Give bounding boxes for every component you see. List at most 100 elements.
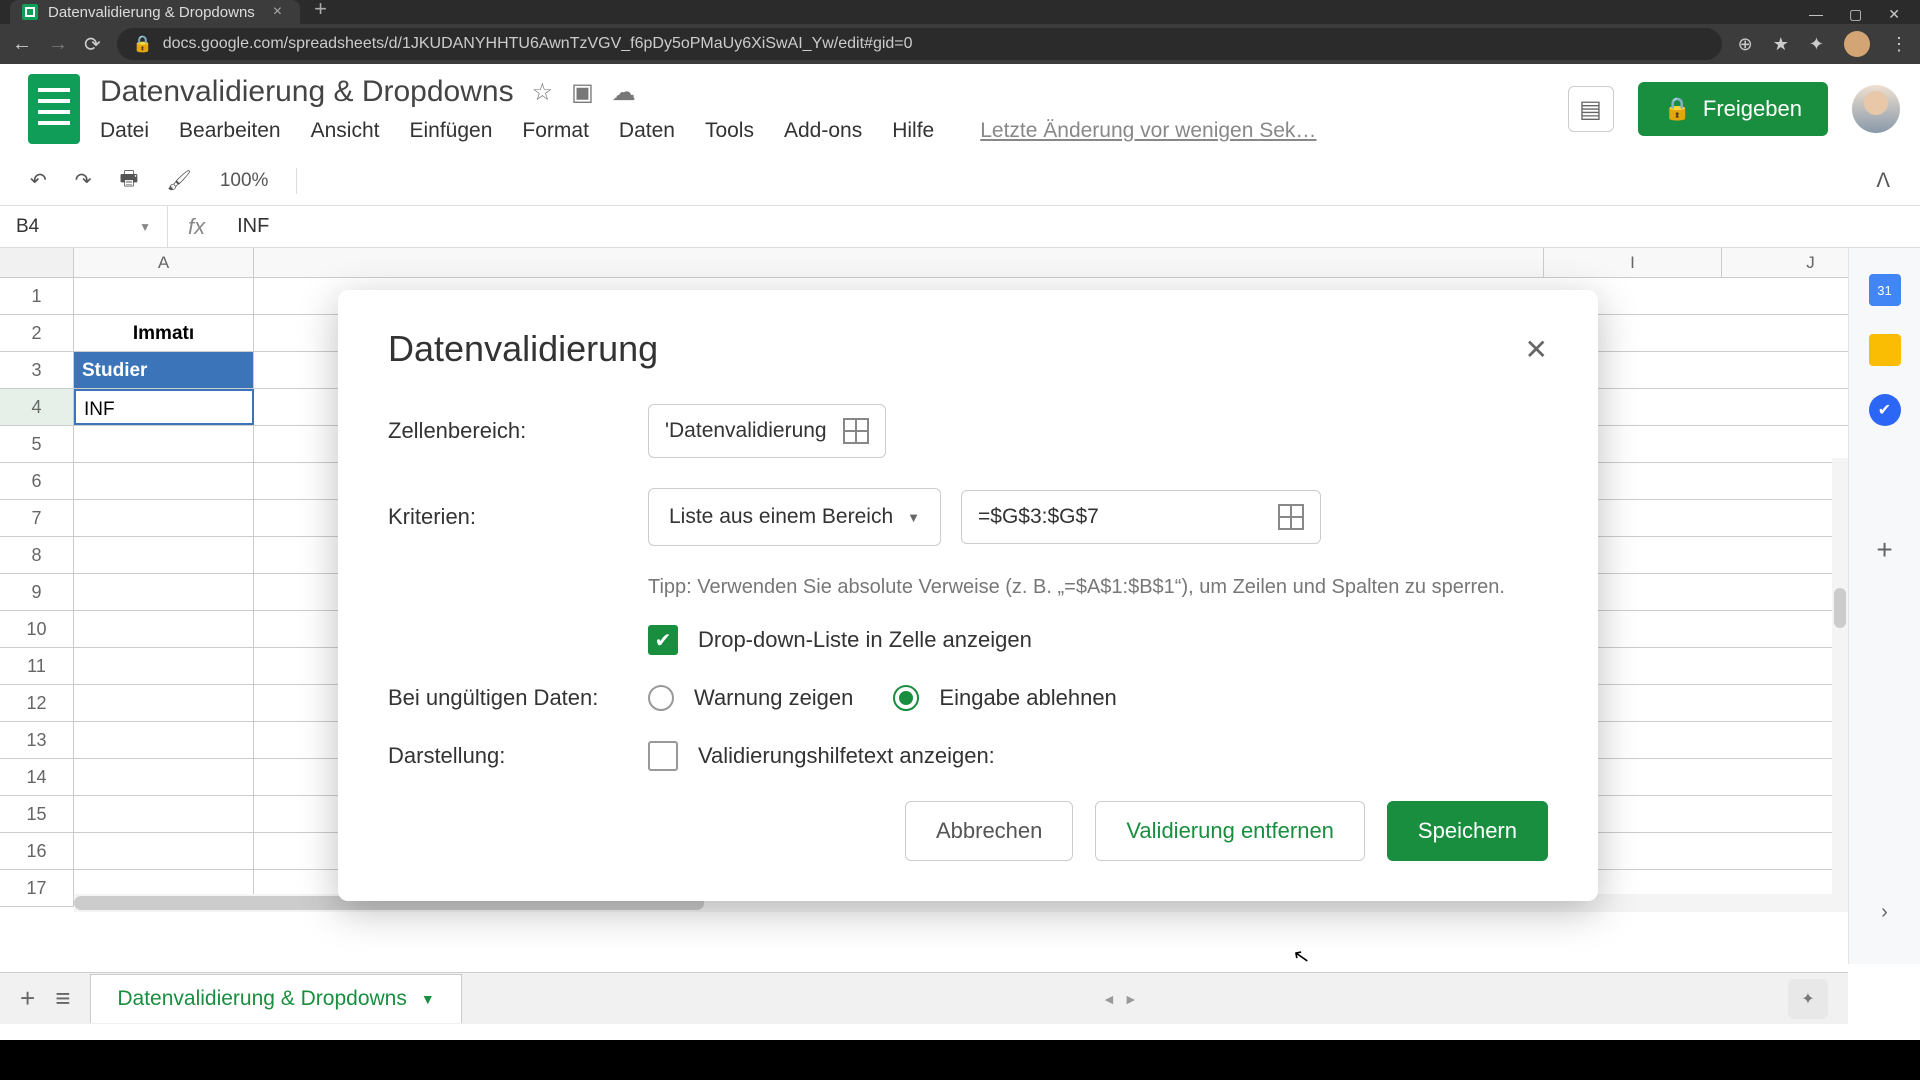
menu-tools[interactable]: Tools bbox=[705, 119, 754, 143]
row-header[interactable]: 7 bbox=[0, 500, 74, 536]
address-bar[interactable]: 🔒 docs.google.com/spreadsheets/d/1JKUDAN… bbox=[117, 28, 1722, 60]
document-title[interactable]: Datenvalidierung & Dropdowns bbox=[100, 75, 514, 109]
cell[interactable] bbox=[74, 722, 254, 758]
cell[interactable] bbox=[74, 833, 254, 869]
cell[interactable] bbox=[74, 426, 254, 462]
reload-icon[interactable]: ⟳ bbox=[84, 32, 101, 57]
row-header[interactable]: 12 bbox=[0, 685, 74, 721]
menu-addons[interactable]: Add-ons bbox=[784, 119, 862, 143]
cell[interactable] bbox=[74, 500, 254, 536]
criteria-type-dropdown[interactable]: Liste aus einem Bereich ▼ bbox=[648, 488, 941, 546]
row-header[interactable]: 13 bbox=[0, 722, 74, 758]
add-sidepanel-icon[interactable]: + bbox=[1876, 534, 1892, 566]
add-sheet-button[interactable]: + bbox=[20, 983, 35, 1014]
profile-avatar-icon[interactable] bbox=[1844, 31, 1870, 57]
show-dropdown-checkbox[interactable]: ✔ bbox=[648, 625, 678, 655]
cell[interactable] bbox=[74, 685, 254, 721]
browser-tab[interactable]: Datenvalidierung & Dropdowns × bbox=[10, 0, 300, 24]
menu-file[interactable]: Datei bbox=[100, 119, 149, 143]
row-header[interactable]: 2 bbox=[0, 315, 74, 351]
menu-edit[interactable]: Bearbeiten bbox=[179, 119, 281, 143]
row-header[interactable]: 11 bbox=[0, 648, 74, 684]
active-cell[interactable]: INF bbox=[74, 389, 254, 425]
forward-icon[interactable]: → bbox=[48, 33, 68, 56]
col-header[interactable]: I bbox=[1544, 248, 1722, 277]
close-tab-icon[interactable]: × bbox=[273, 3, 282, 21]
keep-sidepanel-icon[interactable] bbox=[1869, 334, 1901, 366]
select-all-corner[interactable] bbox=[0, 248, 74, 277]
cell[interactable] bbox=[74, 611, 254, 647]
menu-insert[interactable]: Einfügen bbox=[409, 119, 492, 143]
menu-help[interactable]: Hilfe bbox=[892, 119, 934, 143]
row-header[interactable]: 16 bbox=[0, 833, 74, 869]
cell[interactable] bbox=[74, 796, 254, 832]
scroll-left-icon[interactable]: ◄ bbox=[1102, 991, 1116, 1007]
account-avatar[interactable] bbox=[1852, 85, 1900, 133]
remove-validation-button[interactable]: Validierung entfernen bbox=[1095, 801, 1365, 861]
row-header[interactable]: 15 bbox=[0, 796, 74, 832]
menu-icon[interactable]: ⋮ bbox=[1890, 34, 1908, 55]
cell[interactable] bbox=[74, 759, 254, 795]
undo-icon[interactable]: ↶ bbox=[30, 168, 47, 193]
cloud-status-icon[interactable]: ☁ bbox=[612, 78, 636, 107]
row-header[interactable]: 1 bbox=[0, 278, 74, 314]
row-header[interactable]: 14 bbox=[0, 759, 74, 795]
row-header[interactable]: 5 bbox=[0, 426, 74, 462]
row-header[interactable]: 17 bbox=[0, 870, 74, 906]
row-header[interactable]: 9 bbox=[0, 574, 74, 610]
cell[interactable] bbox=[74, 537, 254, 573]
zoom-select[interactable]: 100% bbox=[220, 170, 269, 192]
star-icon[interactable]: ☆ bbox=[532, 78, 554, 107]
bookmark-icon[interactable]: ★ bbox=[1773, 34, 1789, 55]
collapse-toolbar-icon[interactable]: ᐱ bbox=[1876, 168, 1890, 193]
collapse-sidepanel-icon[interactable]: › bbox=[1881, 901, 1888, 924]
cell[interactable] bbox=[74, 648, 254, 684]
explore-button[interactable]: ✦ bbox=[1788, 979, 1828, 1019]
move-icon[interactable]: ▣ bbox=[571, 78, 594, 107]
row-header[interactable]: 3 bbox=[0, 352, 74, 388]
row-header[interactable]: 10 bbox=[0, 611, 74, 647]
cell[interactable] bbox=[74, 463, 254, 499]
zoom-icon[interactable]: ⊕ bbox=[1738, 34, 1753, 55]
print-icon[interactable]: 🖶 bbox=[120, 164, 139, 198]
name-box[interactable]: B4 ▼ bbox=[0, 206, 168, 247]
grid-select-icon[interactable] bbox=[843, 418, 869, 444]
cell[interactable] bbox=[74, 574, 254, 610]
comments-button[interactable]: ▤ bbox=[1568, 86, 1614, 132]
cell[interactable] bbox=[74, 278, 254, 314]
maximize-icon[interactable]: ▢ bbox=[1849, 6, 1862, 23]
cell[interactable]: Immatı bbox=[74, 315, 254, 351]
row-header[interactable]: 6 bbox=[0, 463, 74, 499]
criteria-range-input[interactable]: =$G$3:$G$7 bbox=[961, 490, 1321, 544]
menu-format[interactable]: Format bbox=[522, 119, 589, 143]
all-sheets-button[interactable]: ≡ bbox=[55, 983, 70, 1014]
row-header[interactable]: 4 bbox=[0, 389, 74, 425]
col-header[interactable]: A bbox=[74, 248, 254, 277]
calendar-sidepanel-icon[interactable] bbox=[1869, 274, 1901, 306]
cancel-button[interactable]: Abbrechen bbox=[905, 801, 1073, 861]
last-edit-link[interactable]: Letzte Änderung vor wenigen Sek… bbox=[980, 119, 1316, 143]
grid-select-icon[interactable] bbox=[1278, 504, 1304, 530]
warn-radio[interactable] bbox=[648, 685, 674, 711]
reject-radio[interactable] bbox=[893, 685, 919, 711]
vertical-scrollbar[interactable] bbox=[1832, 458, 1848, 894]
back-icon[interactable]: ← bbox=[12, 33, 32, 56]
share-button[interactable]: 🔒 Freigeben bbox=[1638, 82, 1828, 136]
sheet-tab[interactable]: Datenvalidierung & Dropdowns ▼ bbox=[90, 974, 461, 1023]
close-window-icon[interactable]: ✕ bbox=[1888, 6, 1900, 23]
menu-view[interactable]: Ansicht bbox=[311, 119, 380, 143]
new-tab-button[interactable]: + bbox=[314, 0, 327, 22]
cell[interactable]: Studier bbox=[74, 352, 254, 388]
row-header[interactable]: 8 bbox=[0, 537, 74, 573]
sheets-logo-icon[interactable] bbox=[28, 74, 80, 144]
tasks-sidepanel-icon[interactable] bbox=[1869, 394, 1901, 426]
cell-range-input[interactable]: 'Datenvalidierung bbox=[648, 404, 886, 458]
extensions-icon[interactable]: ✦ bbox=[1809, 34, 1824, 55]
helptext-checkbox[interactable] bbox=[648, 741, 678, 771]
close-dialog-button[interactable]: ✕ bbox=[1525, 333, 1548, 366]
formula-bar[interactable]: INF bbox=[225, 215, 281, 238]
scroll-right-icon[interactable]: ► bbox=[1124, 991, 1138, 1007]
minimize-icon[interactable]: — bbox=[1809, 6, 1823, 23]
paint-format-icon[interactable]: 🖌 bbox=[166, 168, 191, 193]
save-button[interactable]: Speichern bbox=[1387, 801, 1548, 861]
